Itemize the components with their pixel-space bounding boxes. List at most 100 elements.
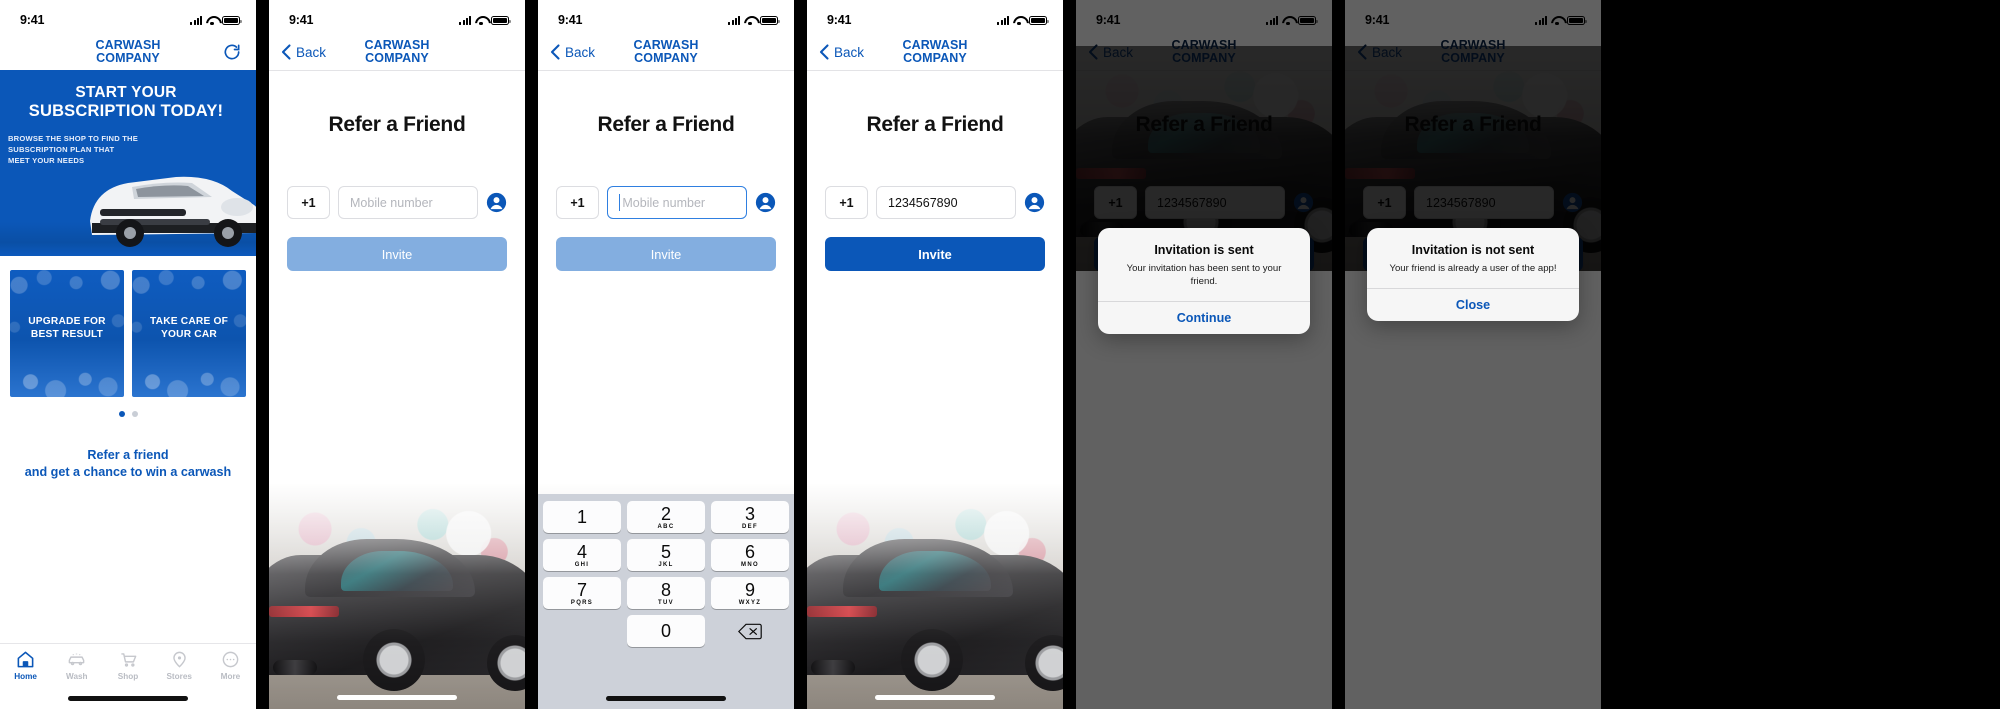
refer-promo-line-2: and get a chance to win a carwash — [24, 465, 232, 479]
phone-input-value: 1234567890 — [888, 195, 958, 210]
wifi-icon — [744, 16, 756, 25]
brand-line-2: COMPANY — [903, 51, 967, 65]
key-digit: 3 — [744, 503, 755, 524]
back-button[interactable]: Back — [281, 44, 326, 60]
key-1[interactable]: 1 — [543, 501, 621, 533]
invite-button[interactable]: Invite — [287, 237, 507, 271]
tab-label: Stores — [166, 672, 192, 681]
page-title: Refer a Friend — [328, 113, 466, 136]
battery-icon — [760, 15, 780, 25]
key-digit: 7 — [576, 579, 587, 600]
refresh-icon[interactable] — [222, 42, 242, 62]
dialog-continue-button[interactable]: Continue — [1098, 302, 1310, 334]
wifi-icon — [475, 16, 487, 25]
cellular-signal-icon — [459, 15, 471, 25]
modal-scrim[interactable] — [1076, 0, 1332, 709]
key-letters: DEF — [742, 523, 758, 530]
hero-title-line-2: SUBSCRIPTION TODAY! — [28, 102, 224, 120]
brand-header: Back CARWASH COMPANY — [538, 34, 794, 70]
tab-shop[interactable]: Shop — [102, 650, 153, 681]
hero-banner[interactable]: START YOUR SUBSCRIPTION TODAY! BROWSE TH… — [0, 70, 256, 256]
phone-number-input[interactable]: 1234567890 — [876, 186, 1016, 219]
status-bar: 9:41 — [269, 0, 525, 34]
key-2[interactable]: 2 ABC — [627, 501, 705, 533]
wifi-icon — [206, 16, 218, 25]
promo-card-upgrade[interactable]: UPGRADE FOR BEST RESULT — [10, 270, 124, 397]
back-button[interactable]: Back — [819, 44, 864, 60]
pager-dot[interactable] — [131, 411, 138, 417]
key-9[interactable]: 9 WXYZ — [711, 577, 789, 609]
key-digit: 2 — [660, 503, 671, 524]
refer-a-friend-promo[interactable]: Refer a friend and get a chance to win a… — [0, 447, 256, 481]
bottom-tab-bar: Home Wash Shop Stores More — [0, 643, 256, 709]
panel-divider — [256, 0, 269, 709]
brand-line-2: COMPANY — [634, 51, 698, 65]
country-code-selector[interactable]: +1 — [556, 186, 599, 219]
more-ellipsis-icon — [222, 651, 239, 668]
back-button[interactable]: Back — [550, 44, 595, 60]
contact-person-icon[interactable] — [1024, 192, 1045, 213]
brand-line-2: COMPANY — [365, 51, 429, 65]
text-caret — [619, 194, 621, 211]
key-letters: TUV — [658, 599, 674, 606]
key-4[interactable]: 4 GHI — [543, 539, 621, 571]
key-letters: PQRS — [570, 599, 594, 606]
screen-invitation-sent: 9:41 Back CARWASH COMPANY Refer a Frie — [1076, 0, 1332, 709]
chevron-left-icon — [819, 44, 829, 60]
back-label: Back — [834, 44, 865, 60]
modal-scrim[interactable] — [1345, 0, 1601, 709]
key-digit: 4 — [576, 541, 587, 562]
key-letters: GHI — [574, 561, 590, 568]
promo-card-list: UPGRADE FOR BEST RESULT TAKE CARE OF YOU… — [0, 256, 256, 397]
country-code-selector[interactable]: +1 — [825, 186, 868, 219]
invite-button[interactable]: Invite — [825, 237, 1045, 271]
key-digit: 8 — [660, 579, 671, 600]
key-7[interactable]: 7 PQRS — [543, 577, 621, 609]
black-sports-car-photo — [269, 484, 525, 709]
phone-number-input[interactable]: Mobile number — [607, 186, 747, 219]
phone-input-row: +1 1234567890 — [807, 186, 1063, 219]
home-indicator — [606, 696, 726, 701]
tab-home[interactable]: Home — [0, 650, 51, 681]
header-divider — [269, 70, 525, 71]
key-6[interactable]: 6 MNO — [711, 539, 789, 571]
key-8[interactable]: 8 TUV — [627, 577, 705, 609]
dialog-title: Invitation is sent — [1154, 243, 1254, 257]
numeric-keypad: 1 2 ABC 3 DEF 4 GHI 5 JKL 6 MNO 7 PQRS 8… — [538, 494, 794, 709]
country-code-selector[interactable]: +1 — [287, 186, 330, 219]
promo-card-takecare[interactable]: TAKE CARE OF YOUR CAR — [132, 270, 246, 397]
backspace-key[interactable] — [711, 615, 789, 647]
key-3[interactable]: 3 DEF — [711, 501, 789, 533]
tab-more[interactable]: More — [205, 650, 256, 681]
promo-card-label: TAKE CARE OF YOUR CAR — [149, 316, 229, 341]
tab-label: Shop — [117, 672, 139, 681]
pager-dot-active[interactable] — [118, 411, 125, 417]
chevron-left-icon — [550, 44, 560, 60]
screen-refer-filled: 9:41 Back CARWASH COMPANY Refer a Friend… — [807, 0, 1063, 709]
dialog-message: Your invitation has been sent to your fr… — [1126, 263, 1282, 287]
back-label: Back — [565, 44, 596, 60]
screen-refer-empty: 9:41 Back CARWASH COMPANY Refer a Friend… — [269, 0, 525, 709]
invite-button[interactable]: Invite — [556, 237, 776, 271]
back-label: Back — [296, 44, 327, 60]
hero-subtitle: BROWSE THE SHOP TO FIND THE SUBSCRIPTION… — [8, 134, 139, 165]
black-sports-car-photo — [807, 484, 1063, 709]
key-0[interactable]: 0 — [627, 615, 705, 647]
phone-number-input[interactable]: Mobile number — [338, 186, 478, 219]
contact-person-icon[interactable] — [755, 192, 776, 213]
contact-person-icon[interactable] — [486, 192, 507, 213]
brand-line-2: COMPANY — [96, 51, 160, 65]
key-digit: 0 — [660, 621, 671, 641]
dialog-close-button[interactable]: Close — [1367, 289, 1579, 321]
phone-input-row: +1 Mobile number — [538, 186, 794, 219]
brand-logo: CARWASH COMPANY — [364, 39, 429, 65]
dialog-message: Your friend is already a user of the app… — [1389, 263, 1557, 274]
page-title: Refer a Friend — [597, 113, 735, 136]
key-5[interactable]: 5 JKL — [627, 539, 705, 571]
key-letters: WXYZ — [738, 599, 762, 606]
tab-stores[interactable]: Stores — [154, 650, 205, 681]
map-pin-icon — [172, 651, 186, 668]
brand-header: CARWASH COMPANY — [0, 34, 256, 70]
status-indicators — [190, 15, 242, 25]
tab-wash[interactable]: Wash — [51, 650, 102, 681]
